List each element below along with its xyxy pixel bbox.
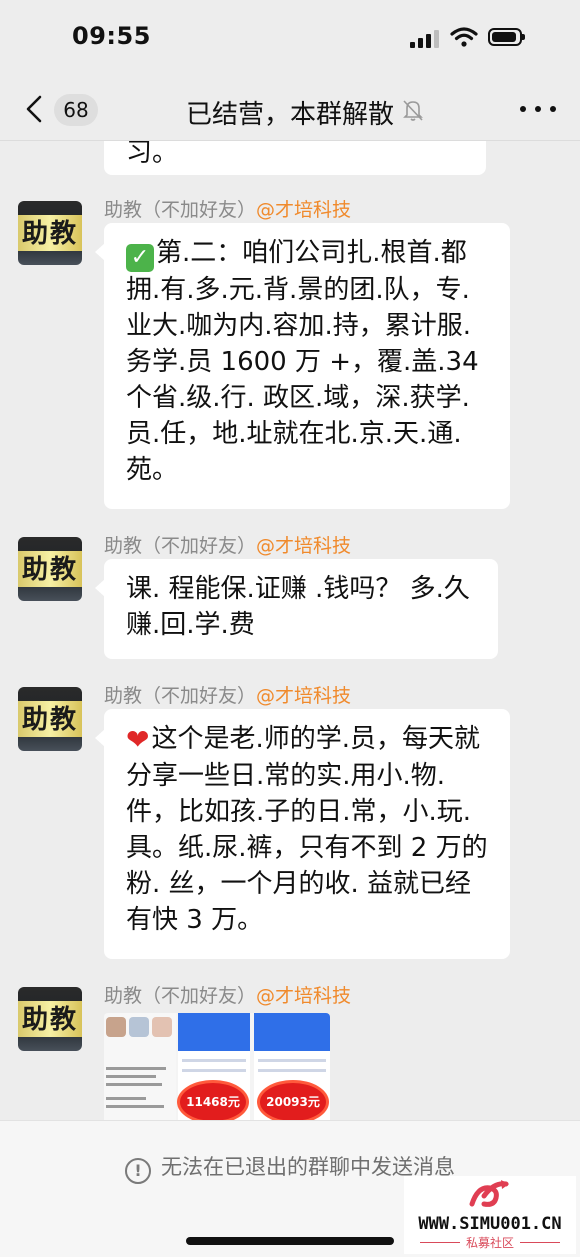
home-indicator[interactable]	[186, 1237, 394, 1245]
message-text: 课. 程能保.证赚 .钱吗？ 多.久赚.回.学.费	[126, 574, 470, 640]
avatar[interactable]: 助教	[18, 987, 82, 1051]
screenshot-thumbnail	[104, 1013, 176, 1121]
cellular-signal-icon	[410, 30, 440, 48]
mute-bell-icon	[403, 100, 423, 121]
message-text: 第.二：咱们公司扎.根首.都拥.有.多.元.背.景的团.队，专.业大.咖为内.容…	[126, 238, 479, 485]
status-time: 09:55	[72, 22, 151, 50]
wifi-icon	[450, 27, 478, 47]
message-text: 习。	[126, 141, 179, 168]
message-bubble[interactable]: ✓ 第.二：咱们公司扎.根首.都拥.有.多.元.背.景的团.队，专.业大.咖为内.…	[95, 223, 510, 509]
message-text: 这个是老.师的学.员，每天就分享一些日.常的实.用小.物.件，比如孩.子的日.常…	[126, 724, 488, 935]
screenshot-thumbnail: 20093元	[254, 1013, 330, 1121]
watermark: WWW.SIMU001.CN 私募社区	[404, 1176, 576, 1254]
message-bubble[interactable]: ❤这个是老.师的学.员，每天就分享一些日.常的实.用小.物.件，比如孩.子的日.…	[95, 709, 510, 959]
sender-name: 助教（不加好友）@才培科技	[104, 985, 352, 1007]
image-message[interactable]: 11468元 20093元	[104, 1013, 330, 1121]
sender-name: 助教（不加好友）@才培科技	[104, 199, 352, 221]
check-mark-icon: ✓	[126, 244, 154, 272]
sender-name: 助教（不加好友）@才培科技	[104, 685, 352, 707]
status-bar: 09:55	[0, 0, 580, 80]
watermark-url: WWW.SIMU001.CN	[418, 1214, 562, 1234]
message-list[interactable]: 习。 助教 助教（不加好友）@才培科技 ✓ 第.二：咱们公司扎.根首.都拥.有.多…	[0, 141, 580, 1121]
info-icon: !	[125, 1158, 151, 1184]
logo-icon	[469, 1180, 509, 1207]
earnings-label: 20093元	[260, 1083, 326, 1121]
avatar[interactable]: 助教	[18, 201, 82, 265]
avatar[interactable]: 助教	[18, 687, 82, 751]
sender-name: 助教（不加好友）@才培科技	[104, 535, 352, 557]
heart-icon: ❤	[126, 723, 150, 756]
screenshot-thumbnail: 11468元	[178, 1013, 250, 1121]
nav-bar: 68 已结营，本群解散	[0, 80, 580, 141]
chat-title: 已结营，本群解散	[185, 100, 394, 130]
earnings-label: 11468元	[180, 1083, 246, 1121]
more-options-button[interactable]	[520, 94, 556, 124]
message-bubble[interactable]: 课. 程能保.证赚 .钱吗？ 多.久赚.回.学.费	[95, 559, 498, 659]
battery-icon	[488, 28, 525, 46]
avatar[interactable]: 助教	[18, 537, 82, 601]
message-bubble[interactable]: 习。	[104, 141, 486, 175]
watermark-subtitle: 私募社区	[404, 1234, 576, 1251]
